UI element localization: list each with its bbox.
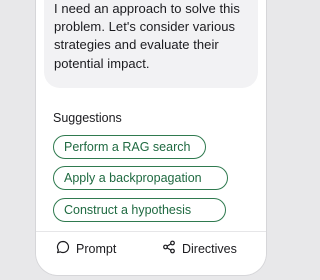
directives-label: Directives — [182, 241, 237, 256]
phone-screen: I need an approach to solve this problem… — [36, 0, 266, 275]
share-icon — [162, 240, 182, 257]
prompt-button[interactable]: Prompt — [56, 240, 116, 257]
suggestion-chip-hypothesis[interactable]: Construct a hypothesis — [53, 198, 226, 222]
chat-bubble-icon — [56, 240, 76, 257]
suggestion-chip-rag-search[interactable]: Perform a RAG search — [53, 135, 206, 159]
suggestions-title: Suggestions — [53, 111, 122, 125]
suggestion-chip-backpropagation[interactable]: Apply a backpropagation — [53, 166, 228, 190]
message-bubble: I need an approach to solve this problem… — [44, 0, 258, 88]
directives-button[interactable]: Directives — [162, 240, 237, 257]
message-text: I need an approach to solve this problem… — [54, 1, 240, 71]
prompt-label: Prompt — [76, 241, 117, 256]
